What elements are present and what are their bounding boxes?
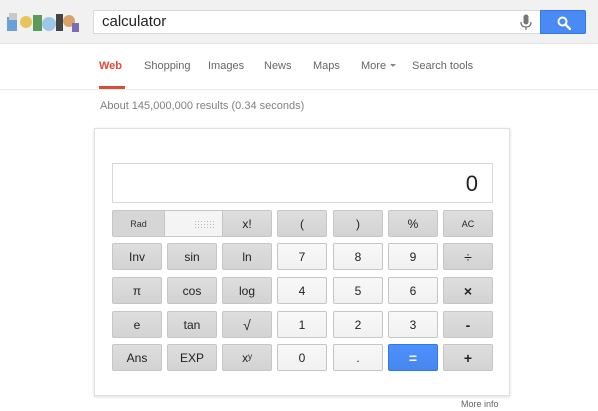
key-inverse[interactable]: Inv (112, 243, 162, 270)
tab-news[interactable]: News (264, 60, 292, 72)
tab-more-label: More (361, 60, 387, 72)
calculator-display: 0 (112, 163, 493, 203)
search-tabs: Web Shopping Images News Maps More Searc… (0, 44, 598, 90)
search-icon (557, 16, 571, 30)
key-0[interactable]: 0 (277, 344, 327, 371)
key-subtract[interactable]: - (443, 311, 493, 338)
key-multiply[interactable]: × (443, 277, 493, 304)
key-exp[interactable]: EXP (167, 344, 217, 371)
search-button[interactable] (540, 10, 586, 34)
key-ln[interactable]: ln (222, 243, 272, 270)
more-info-link[interactable]: More info (461, 399, 499, 409)
tab-images[interactable]: Images (208, 60, 244, 72)
key-equals[interactable]: = (388, 344, 438, 371)
tab-more[interactable]: More (361, 60, 397, 72)
tab-web[interactable]: Web (99, 60, 122, 72)
key-cos[interactable]: cos (167, 277, 217, 304)
key-close-paren[interactable]: ) (333, 210, 383, 237)
key-3[interactable]: 3 (388, 311, 438, 338)
deg-placeholder (193, 219, 216, 228)
key-pi[interactable]: π (112, 277, 162, 304)
key-power[interactable]: xʸ (222, 344, 272, 371)
key-divide[interactable]: ÷ (443, 243, 493, 270)
key-6[interactable]: 6 (388, 277, 438, 304)
key-e[interactable]: e (112, 311, 162, 338)
key-2[interactable]: 2 (333, 311, 383, 338)
search-box (93, 10, 540, 34)
key-4[interactable]: 4 (277, 277, 327, 304)
result-stats: About 145,000,000 results (0.34 seconds) (100, 100, 305, 112)
tab-search-tools[interactable]: Search tools (412, 60, 473, 72)
key-open-paren[interactable]: ( (277, 210, 327, 237)
active-tab-indicator (99, 86, 125, 89)
google-doodle-logo[interactable] (6, 9, 80, 35)
key-1[interactable]: 1 (277, 311, 327, 338)
top-bar (0, 0, 598, 44)
search-input[interactable] (102, 11, 512, 33)
key-sin[interactable]: sin (167, 243, 217, 270)
key-add[interactable]: + (443, 344, 493, 371)
tab-maps[interactable]: Maps (313, 60, 340, 72)
key-sqrt[interactable]: √ (222, 311, 272, 338)
key-all-clear[interactable]: AC (443, 210, 493, 237)
tab-shopping[interactable]: Shopping (144, 60, 191, 72)
microphone-icon[interactable] (520, 14, 532, 31)
key-tan[interactable]: tan (167, 311, 217, 338)
key-9[interactable]: 9 (388, 243, 438, 270)
chevron-down-icon (390, 63, 397, 67)
key-8[interactable]: 8 (333, 243, 383, 270)
rad-option[interactable]: Rad (113, 211, 165, 236)
key-5[interactable]: 5 (333, 277, 383, 304)
key-ans[interactable]: Ans (112, 344, 162, 371)
key-percent[interactable]: % (388, 210, 438, 237)
key-log[interactable]: log (222, 277, 272, 304)
key-7[interactable]: 7 (277, 243, 327, 270)
display-value: 0 (465, 171, 478, 196)
key-factorial[interactable]: x! (222, 210, 272, 237)
key-decimal[interactable]: . (333, 344, 383, 371)
